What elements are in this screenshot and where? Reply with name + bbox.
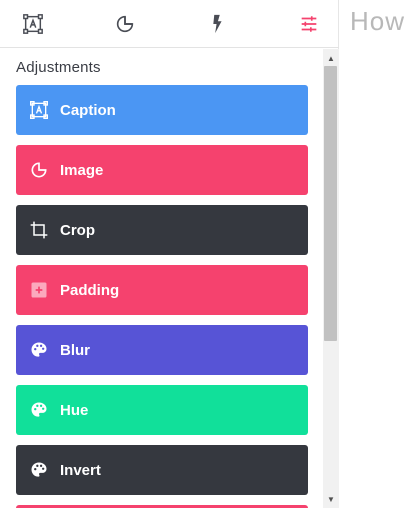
sliders-icon	[301, 16, 317, 32]
scrollbar[interactable]: ▲ ▼	[323, 49, 339, 508]
scroll-thumb[interactable]	[324, 66, 337, 341]
adjustment-image-button[interactable]: Image	[16, 145, 308, 195]
adjustment-caption-button[interactable]: Caption	[16, 85, 308, 135]
adjustment-label: Padding	[60, 281, 120, 299]
adjustment-invert-button[interactable]: Invert	[16, 445, 308, 495]
adjustment-label: Crop	[60, 221, 95, 239]
section-title: Adjustments	[16, 59, 101, 76]
caption-icon	[28, 99, 50, 121]
adjustments-panel: Adjustments Caption Image Crop Padding B…	[0, 0, 339, 508]
palette-icon	[28, 459, 50, 481]
palette-icon	[28, 339, 50, 361]
scroll-up-arrow-icon[interactable]: ▲	[323, 51, 339, 65]
bolt-icon	[213, 14, 222, 34]
adjustment-label: Invert	[60, 461, 101, 479]
pie-icon	[116, 15, 134, 33]
crop-icon	[28, 219, 50, 241]
tab-adjustments[interactable]	[295, 10, 323, 38]
adjustment-label: Image	[60, 161, 104, 179]
adjustment-label: Blur	[60, 341, 90, 359]
toolbar	[0, 0, 339, 48]
adjustment-hue-button[interactable]: Hue	[16, 385, 308, 435]
adjustment-blur-button[interactable]: Blur	[16, 325, 308, 375]
palette-icon	[28, 399, 50, 421]
adjustment-padding-button[interactable]: Padding	[16, 265, 308, 315]
adjustment-label: Hue	[60, 401, 89, 419]
tab-effects[interactable]	[203, 10, 231, 38]
caption-frame-icon	[23, 14, 43, 34]
tab-caption[interactable]	[19, 10, 47, 38]
tab-image[interactable]	[111, 10, 139, 38]
adjustment-crop-button[interactable]: Crop	[16, 205, 308, 255]
padding-icon	[28, 279, 50, 301]
adjustment-label: Caption	[60, 101, 116, 119]
adjustments-list: Caption Image Crop Padding Blur Hue Inve…	[16, 85, 308, 508]
image-icon	[28, 159, 50, 181]
canvas-title: How	[350, 6, 406, 36]
scroll-down-arrow-icon[interactable]: ▼	[323, 492, 339, 506]
